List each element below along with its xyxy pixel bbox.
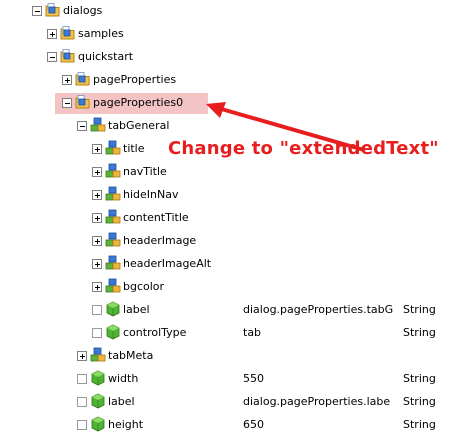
node-label[interactable]: hideInNav bbox=[123, 188, 178, 202]
property-type: String bbox=[403, 395, 436, 408]
tree-row[interactable]: hideInNav bbox=[0, 184, 458, 206]
property-type: String bbox=[403, 303, 436, 316]
leaf-marker bbox=[77, 420, 87, 430]
tree-row[interactable]: samples bbox=[0, 23, 458, 45]
collapse-toggle[interactable] bbox=[77, 121, 87, 131]
blue-node-icon bbox=[105, 140, 121, 156]
folder-node-icon bbox=[45, 2, 61, 18]
leaf-marker bbox=[77, 374, 87, 384]
tree-row[interactable]: navTitle bbox=[0, 161, 458, 183]
leaf-marker bbox=[92, 328, 102, 338]
collapse-toggle[interactable] bbox=[62, 98, 72, 108]
blue-node-icon bbox=[90, 117, 106, 133]
tree-row[interactable]: tabMeta bbox=[0, 345, 458, 367]
expand-toggle[interactable] bbox=[92, 236, 102, 246]
node-label[interactable]: tabGeneral bbox=[108, 119, 169, 133]
node-label[interactable]: samples bbox=[78, 27, 124, 41]
property-type: String bbox=[403, 326, 436, 339]
property-value[interactable]: dialog.pageProperties.tabG bbox=[243, 303, 395, 317]
node-label[interactable]: dialogs bbox=[63, 4, 102, 18]
tree-row[interactable]: contentTitle bbox=[0, 207, 458, 229]
blue-node-icon bbox=[105, 186, 121, 202]
tree-row[interactable]: width 550 String bbox=[0, 368, 458, 390]
blue-node-icon bbox=[105, 163, 121, 179]
folder-node-icon bbox=[60, 48, 76, 64]
node-label[interactable]: contentTitle bbox=[123, 211, 189, 225]
node-label[interactable]: pageProperties0 bbox=[93, 96, 183, 110]
node-label[interactable]: navTitle bbox=[123, 165, 167, 179]
property-value[interactable]: 550 bbox=[243, 372, 395, 386]
property-type: String bbox=[403, 372, 436, 385]
expand-toggle[interactable] bbox=[92, 144, 102, 154]
green-property-icon bbox=[90, 370, 106, 386]
collapse-toggle[interactable] bbox=[47, 52, 57, 62]
property-type: String bbox=[403, 418, 436, 431]
expand-toggle[interactable] bbox=[47, 29, 57, 39]
leaf-marker bbox=[92, 305, 102, 315]
tree-row[interactable]: headerImageAlt bbox=[0, 253, 458, 275]
property-value[interactable]: 650 bbox=[243, 418, 395, 432]
node-label[interactable]: tabMeta bbox=[108, 349, 153, 363]
leaf-marker bbox=[77, 397, 87, 407]
collapse-toggle[interactable] bbox=[32, 6, 42, 16]
property-value[interactable]: dialog.pageProperties.labe bbox=[243, 395, 395, 409]
node-label[interactable]: label bbox=[108, 395, 135, 409]
node-label[interactable]: pageProperties bbox=[93, 73, 176, 87]
tree-row[interactable]: label dialog.pageProperties.tabG String bbox=[0, 299, 458, 321]
blue-node-icon bbox=[105, 278, 121, 294]
expand-toggle[interactable] bbox=[62, 75, 72, 85]
annotation-text: Change to "extendedText" bbox=[168, 138, 439, 159]
blue-node-icon bbox=[90, 347, 106, 363]
node-label[interactable]: height bbox=[108, 418, 143, 432]
expand-toggle[interactable] bbox=[92, 213, 102, 223]
tree-row[interactable]: dialogs bbox=[0, 0, 458, 22]
tree-row[interactable]: pageProperties bbox=[0, 69, 458, 91]
green-property-icon bbox=[105, 301, 121, 317]
blue-node-icon bbox=[105, 232, 121, 248]
green-property-icon bbox=[90, 393, 106, 409]
tree-row[interactable]: headerImage bbox=[0, 230, 458, 252]
property-value[interactable]: tab bbox=[243, 326, 395, 340]
folder-node-icon bbox=[75, 94, 91, 110]
node-label[interactable]: controlType bbox=[123, 326, 186, 340]
expand-toggle[interactable] bbox=[77, 351, 87, 361]
node-label[interactable]: quickstart bbox=[78, 50, 133, 64]
node-label[interactable]: headerImageAlt bbox=[123, 257, 211, 271]
tree-row[interactable]: quickstart bbox=[0, 46, 458, 68]
folder-node-icon bbox=[75, 71, 91, 87]
tree-row[interactable]: height 650 String bbox=[0, 414, 458, 436]
expand-toggle[interactable] bbox=[92, 282, 102, 292]
expand-toggle[interactable] bbox=[92, 190, 102, 200]
expand-toggle[interactable] bbox=[92, 259, 102, 269]
node-label[interactable]: width bbox=[108, 372, 138, 386]
blue-node-icon bbox=[105, 255, 121, 271]
node-label[interactable]: label bbox=[123, 303, 150, 317]
node-label[interactable]: headerImage bbox=[123, 234, 196, 248]
green-property-icon bbox=[105, 324, 121, 340]
tree-row[interactable]: bgcolor bbox=[0, 276, 458, 298]
node-label[interactable]: title bbox=[123, 142, 145, 156]
blue-node-icon bbox=[105, 209, 121, 225]
tree-row[interactable]: label dialog.pageProperties.labe String bbox=[0, 391, 458, 413]
folder-node-icon bbox=[60, 25, 76, 41]
expand-toggle[interactable] bbox=[92, 167, 102, 177]
green-property-icon bbox=[90, 416, 106, 432]
node-label[interactable]: bgcolor bbox=[123, 280, 164, 294]
tree-row[interactable]: controlType tab String bbox=[0, 322, 458, 344]
